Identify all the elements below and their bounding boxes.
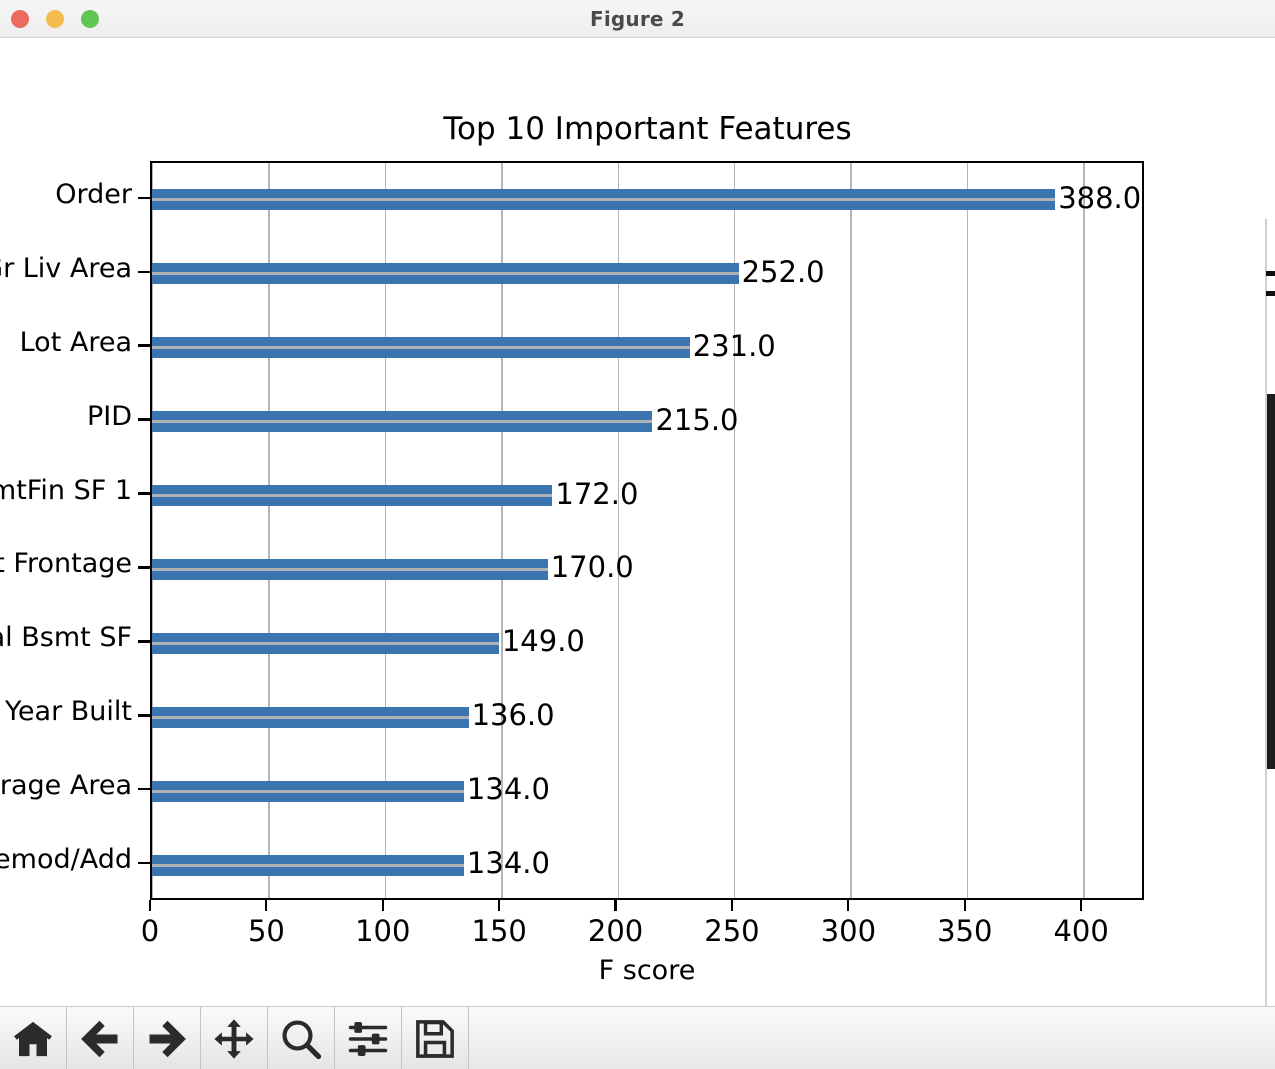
y-tick-mark xyxy=(138,787,150,791)
y-tick-label: Garage Area xyxy=(0,770,132,802)
plot-axes-area[interactable]: 388.0 252.0 231.0 215.0 172.0 170.0 149.0 136.0… xyxy=(150,161,1144,900)
x-tick-mark xyxy=(498,900,501,911)
bar-gridline-overlay xyxy=(152,272,739,276)
x-tick-label: 250 xyxy=(704,914,760,948)
bar-gridline-overlay xyxy=(152,346,690,350)
background-window-scrollbar[interactable] xyxy=(1267,394,1275,769)
background-window-tick-1 xyxy=(1266,271,1275,276)
y-tick-mark xyxy=(138,196,150,200)
bar-value-label: 134.0 xyxy=(466,772,550,807)
x-tick-mark xyxy=(265,900,268,911)
home-icon xyxy=(12,1018,54,1060)
forward-button[interactable] xyxy=(134,1007,201,1069)
x-tick-label: 50 xyxy=(247,914,285,948)
y-tick-label: Lot Area xyxy=(19,326,132,358)
save-figure-button[interactable] xyxy=(402,1007,469,1069)
bar-series-layer: 388.0 252.0 231.0 215.0 172.0 170.0 149.0 136.0… xyxy=(152,163,1142,898)
bar-gridline-overlay xyxy=(152,641,499,645)
save-floppy-icon xyxy=(414,1018,456,1060)
x-tick-mark xyxy=(847,900,850,911)
x-tick-mark xyxy=(963,900,966,911)
figure-window: Figure 2 Top 10 Important Features 388.0… xyxy=(0,0,1275,1069)
x-tick-label: 400 xyxy=(1053,914,1109,948)
x-tick-mark xyxy=(730,900,734,911)
y-tick-label: Total Bsmt SF xyxy=(0,622,132,654)
pan-move-icon xyxy=(213,1018,255,1060)
x-tick-mark xyxy=(1080,900,1083,911)
y-tick-label: BsmtFin SF 1 xyxy=(0,474,132,506)
toolbar-empty-space xyxy=(469,1007,1275,1069)
y-tick-mark xyxy=(138,492,150,495)
bar-gridline-overlay xyxy=(152,789,464,793)
subplot-sliders-icon xyxy=(347,1018,389,1060)
window-titlebar[interactable]: Figure 2 xyxy=(0,0,1275,38)
x-tick-label: 0 xyxy=(140,914,160,948)
bar-value-label: 215.0 xyxy=(655,402,739,437)
x-tick-label: 300 xyxy=(820,914,877,948)
x-tick-mark xyxy=(381,900,384,911)
x-tick-label: 200 xyxy=(587,914,644,948)
matplotlib-nav-toolbar xyxy=(0,1006,1275,1069)
zoom-rect-button[interactable] xyxy=(268,1007,335,1069)
y-tick-label: Year Built xyxy=(5,696,132,728)
y-tick-label: Gr Liv Area xyxy=(0,252,132,284)
bar-value-label: 170.0 xyxy=(550,550,634,585)
chart-title: Top 10 Important Features xyxy=(443,111,852,147)
x-tick-label: 150 xyxy=(471,914,527,948)
bar-value-label: 231.0 xyxy=(692,328,776,363)
bar-gridline-overlay xyxy=(152,715,469,719)
background-window-tick-2 xyxy=(1266,291,1275,296)
y-tick-mark xyxy=(138,713,150,717)
y-tick-label: Year Remod/Add xyxy=(0,844,132,876)
y-tick-label: PID xyxy=(86,400,132,432)
pan-button[interactable] xyxy=(201,1007,268,1069)
bar-gridline-overlay xyxy=(152,420,653,424)
matplotlib-figure-canvas[interactable]: Top 10 Important Features 388.0 252.0 231.… xyxy=(0,39,1275,1006)
x-tick-mark xyxy=(614,900,617,911)
bar-value-label: 149.0 xyxy=(501,624,585,659)
bar-value-label: 388.0 xyxy=(1058,180,1142,215)
bar-value-label: 136.0 xyxy=(471,698,555,733)
bar-gridline-overlay xyxy=(152,494,553,498)
y-tick-mark xyxy=(138,270,150,274)
y-tick-mark xyxy=(138,640,150,643)
back-button[interactable] xyxy=(67,1007,134,1069)
configure-subplots-button[interactable] xyxy=(335,1007,402,1069)
bar-value-label: 172.0 xyxy=(555,476,639,511)
x-tick-label: 350 xyxy=(937,914,993,948)
bar-gridline-overlay xyxy=(152,198,1056,202)
y-tick-mark xyxy=(138,418,150,421)
y-tick-mark xyxy=(138,861,150,865)
bar-value-label: 252.0 xyxy=(741,254,825,289)
y-tick-mark xyxy=(138,566,150,569)
x-axis-label: F score xyxy=(598,955,696,986)
window-title: Figure 2 xyxy=(590,7,685,31)
x-tick-label: 100 xyxy=(355,914,411,948)
y-tick-label: Order xyxy=(55,178,132,210)
bar-value-label: 134.0 xyxy=(466,846,550,881)
bar-gridline-overlay xyxy=(152,567,548,571)
y-tick-label: Lot Frontage xyxy=(0,548,132,580)
home-button[interactable] xyxy=(0,1007,67,1069)
zoom-magnifier-icon xyxy=(280,1018,322,1060)
y-tick-mark xyxy=(138,344,150,348)
x-tick-mark xyxy=(148,900,152,911)
bar-gridline-overlay xyxy=(152,863,464,867)
back-arrow-icon xyxy=(79,1018,121,1060)
forward-arrow-icon xyxy=(146,1018,188,1060)
